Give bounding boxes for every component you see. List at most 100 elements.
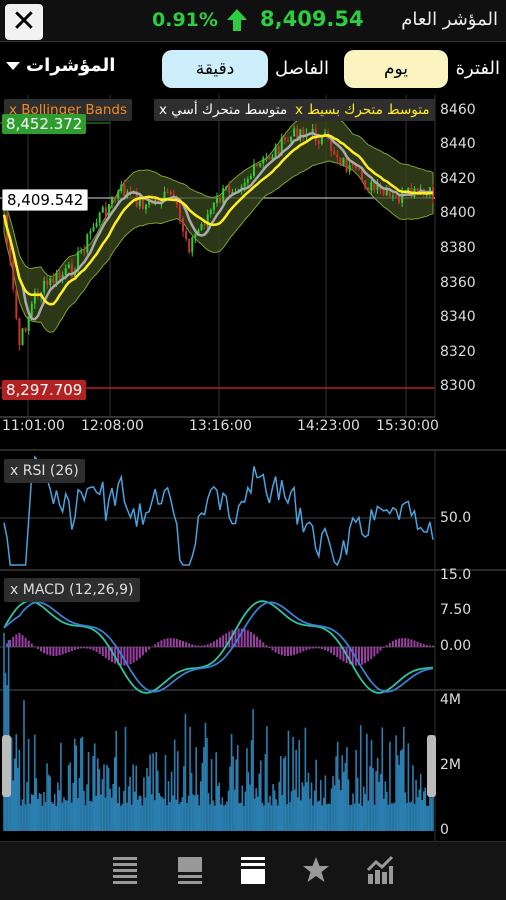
volume-bar — [303, 786, 305, 831]
candle-body — [98, 212, 101, 223]
volume-bar — [44, 801, 47, 831]
macd-bar — [404, 638, 407, 647]
period-selector[interactable]: يوم — [344, 50, 448, 88]
volume-bar — [10, 737, 13, 831]
index-title: المؤشر العام — [401, 9, 498, 30]
candle-body — [49, 278, 52, 285]
y-tick: 8320 — [440, 344, 476, 360]
volume-bar — [143, 777, 145, 831]
volume-bar — [295, 749, 297, 831]
macd-bar — [18, 632, 21, 647]
volume-bar — [292, 736, 294, 831]
volume-bar — [283, 758, 285, 831]
volume-bar — [107, 767, 110, 831]
star-icon[interactable] — [301, 854, 331, 886]
volume-bar — [146, 768, 148, 831]
macd-bar — [317, 647, 320, 649]
macd-y-tick: 0.00 — [440, 638, 472, 654]
chart-area[interactable]: x Bollinger Bands x متوسط متحرك أسي x مت… — [0, 95, 506, 841]
interval-selector[interactable]: دقيقة — [162, 50, 268, 88]
macd-bar — [138, 647, 141, 659]
volume-bar — [86, 784, 88, 831]
volume-bar — [416, 797, 419, 831]
candle-body — [27, 316, 30, 332]
macd-bar — [391, 640, 394, 647]
macd-bar — [40, 647, 43, 652]
volume-bar — [136, 799, 139, 831]
volume-bar — [149, 754, 151, 831]
macd-bar — [425, 644, 428, 647]
volume-bar — [372, 768, 374, 831]
rsi-tag[interactable]: x RSI (26) — [4, 459, 85, 483]
macd-bar — [163, 639, 166, 647]
volume-bar — [284, 756, 287, 831]
macd-bar — [86, 647, 89, 649]
ema-tag[interactable]: x متوسط متحرك أسي — [154, 99, 293, 121]
macd-bar — [419, 642, 422, 647]
macd-bar — [246, 630, 249, 647]
macd-bar — [67, 647, 70, 653]
volume-bar — [200, 781, 202, 831]
macd-bar — [376, 647, 379, 654]
volume-bar — [156, 770, 159, 831]
macd-bar — [428, 645, 431, 647]
volume-bar — [26, 781, 28, 831]
volume-bar — [343, 771, 345, 831]
candle-body — [391, 195, 394, 197]
volume-bar — [312, 805, 314, 831]
volume-bar — [112, 783, 114, 831]
candle-body — [92, 227, 95, 232]
bottom-nav — [0, 841, 506, 900]
chart-icon[interactable] — [238, 854, 268, 886]
macd-bar — [70, 647, 73, 651]
range-handle-right[interactable] — [427, 735, 436, 797]
macd-tag[interactable]: x MACD (12,26,9) — [4, 578, 140, 602]
detail-icon[interactable] — [175, 854, 205, 886]
trend-icon[interactable] — [365, 854, 395, 886]
volume-bar — [30, 794, 33, 831]
volume-bar — [252, 709, 254, 831]
candle-body — [401, 191, 404, 203]
macd-y-tick: 7.50 — [440, 602, 472, 618]
macd-bar — [172, 638, 175, 647]
volume-y-tick: 4M — [440, 692, 461, 708]
volume-bar — [210, 759, 213, 831]
candle-body — [283, 137, 286, 141]
candle-body — [95, 222, 98, 228]
volume-bar — [276, 805, 279, 831]
volume-bar — [84, 805, 87, 831]
volume-bar — [259, 760, 262, 831]
candle-body — [203, 224, 206, 226]
volume-bar — [53, 794, 56, 831]
volume-bar — [382, 798, 385, 831]
sma-tag[interactable]: x متوسط متحرك بسيط — [290, 99, 435, 121]
macd-bar — [64, 647, 67, 654]
macd-bar — [209, 643, 212, 647]
macd-bar — [256, 636, 259, 647]
macd-bar — [339, 647, 342, 660]
volume-bar — [144, 797, 147, 831]
list-icon[interactable] — [110, 854, 140, 886]
volume-bar — [98, 769, 101, 831]
volume-bar — [150, 794, 153, 831]
volume-bar — [15, 734, 18, 831]
candle-body — [64, 268, 67, 275]
x-tick: 14:23:00 — [297, 418, 360, 434]
close-button[interactable]: ✕ — [5, 4, 43, 40]
volume-bar — [261, 802, 264, 831]
candle-body — [191, 237, 194, 253]
volume-bar — [123, 790, 125, 831]
candle-body — [67, 264, 70, 269]
volume-bar — [349, 805, 351, 831]
indicators-dropdown[interactable]: المؤشرات — [6, 55, 115, 76]
macd-bar — [367, 647, 370, 662]
volume-bar — [43, 792, 45, 831]
macd-bar — [6, 643, 9, 647]
volume-bar — [178, 804, 181, 831]
volume-bar — [273, 790, 276, 831]
volume-bar — [404, 792, 407, 831]
volume-bar — [395, 735, 397, 831]
volume-bar — [184, 713, 187, 831]
volume-bar — [399, 750, 402, 831]
range-handle-left[interactable] — [2, 735, 11, 797]
